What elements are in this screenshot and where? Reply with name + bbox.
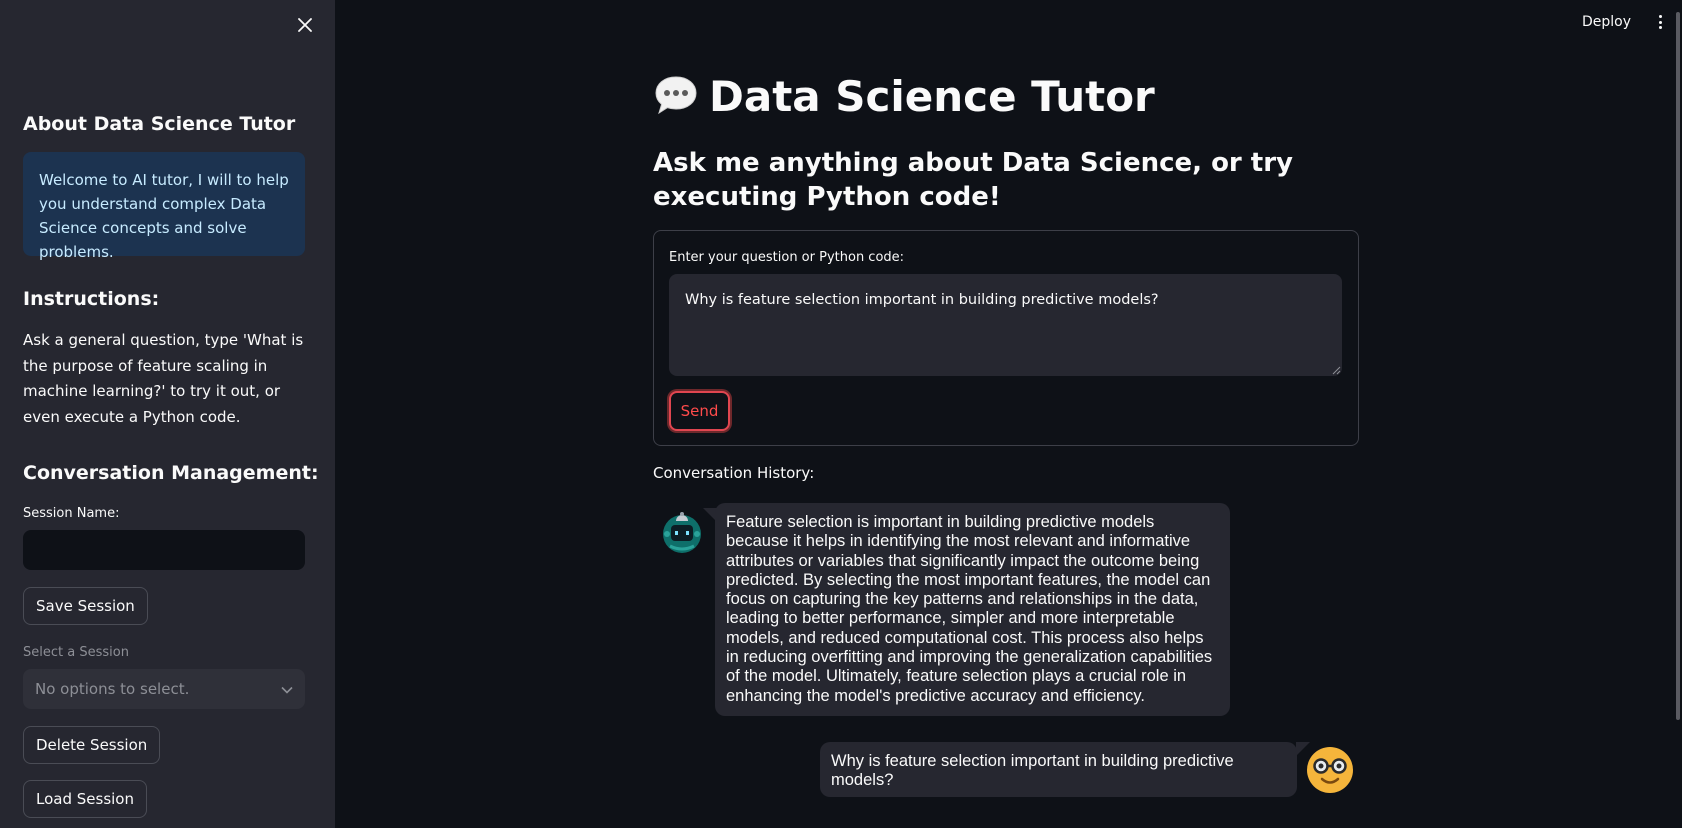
close-icon[interactable]	[293, 13, 317, 37]
robot-avatar-icon	[663, 512, 701, 553]
conversation-history-label: Conversation History:	[653, 464, 815, 482]
delete-session-button[interactable]: Delete Session	[23, 726, 161, 764]
nerd-face-avatar-icon	[1307, 747, 1353, 793]
info-alert: Welcome to AI tutor, I will to help you …	[23, 152, 305, 261]
select-session-label: Select a Session	[23, 645, 129, 660]
scrollbar[interactable]	[1676, 12, 1680, 720]
question-textarea[interactable]: Why is feature selection important in bu…	[669, 274, 1342, 376]
page-subtitle: Ask me anything about Data Science, or t…	[653, 148, 1294, 212]
bot-message: Feature selection is important in buildi…	[715, 503, 1230, 716]
page-title: Data Science Tutor	[653, 68, 1155, 124]
save-session-button[interactable]: Save Session	[23, 587, 148, 625]
question-label: Enter your question or Python code:	[669, 250, 905, 265]
instructions-text: Ask a general question, type 'What is th…	[23, 331, 304, 426]
speech-bubble-icon	[655, 76, 697, 115]
send-button[interactable]: Send	[669, 391, 730, 431]
app-root: About Data Science Tutor Welcome to AI t…	[0, 0, 1682, 828]
user-message: Why is feature selection important in bu…	[820, 742, 1297, 797]
sidebar: About Data Science Tutor Welcome to AI t…	[0, 0, 335, 828]
kebab-menu-icon[interactable]	[1652, 12, 1668, 32]
session-name-label: Session Name:	[23, 506, 120, 521]
question-form: Enter your question or Python code: Why …	[653, 230, 1359, 446]
chevron-down-icon	[281, 680, 293, 698]
deploy-button[interactable]: Deploy	[1582, 12, 1631, 32]
session-select-placeholder: No options to select.	[35, 680, 190, 698]
instructions-heading: Instructions:	[23, 288, 160, 310]
session-select[interactable]: No options to select.	[23, 669, 305, 709]
page-title-text: Data Science Tutor	[709, 71, 1155, 121]
session-name-input[interactable]	[23, 530, 305, 570]
load-session-button[interactable]: Load Session	[23, 780, 147, 818]
resize-grip-icon[interactable]	[1332, 366, 1341, 375]
conversation-management-heading: Conversation Management:	[23, 462, 319, 484]
sidebar-about-title: About Data Science Tutor	[23, 113, 296, 135]
